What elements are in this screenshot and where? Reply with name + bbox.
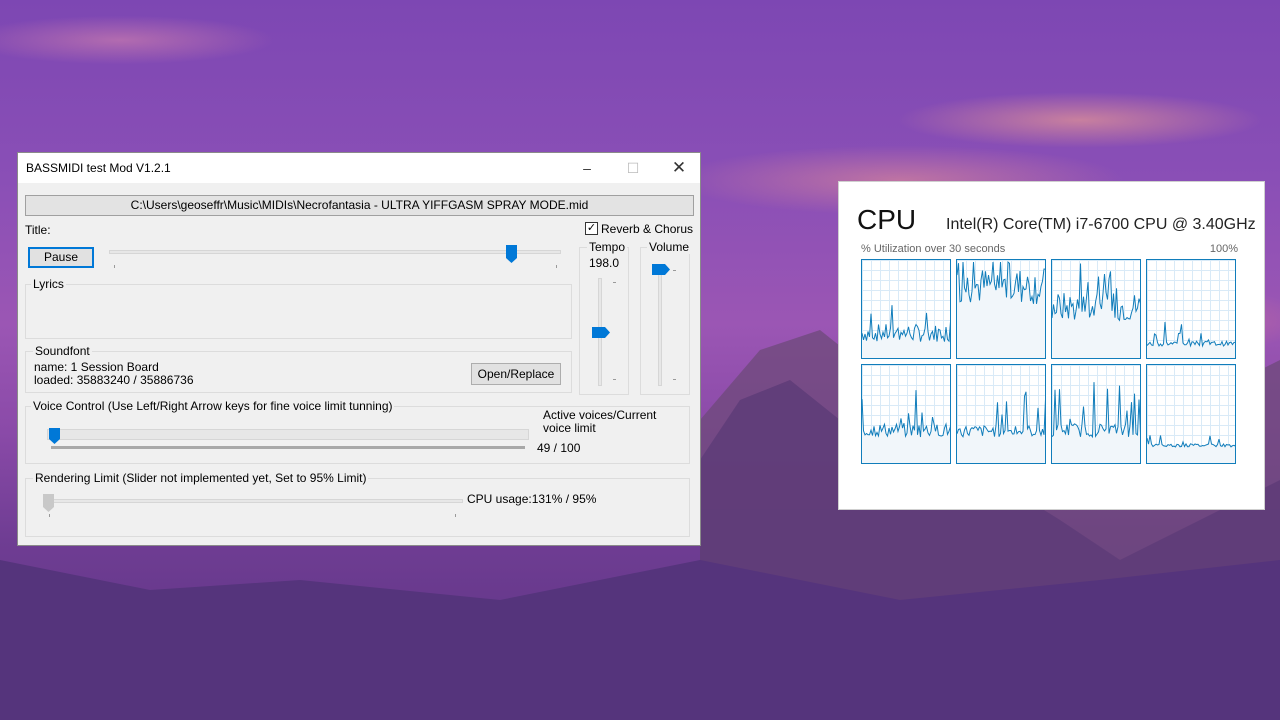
title-label: Title: (25, 223, 51, 237)
cpu-performance-panel: CPU Intel(R) Core(TM) i7-6700 CPU @ 3.40… (838, 181, 1265, 510)
cpu-usage-text: CPU usage:131% / 95% (467, 492, 597, 506)
bassmidi-window: BASSMIDI test Mod V1.2.1 – ☐ ✕ C:\Users\… (17, 152, 701, 546)
minimize-button[interactable]: – (564, 153, 610, 183)
soundfont-loaded: loaded: 35883240 / 35886736 (34, 373, 194, 387)
cpu-graph-area (1147, 435, 1235, 463)
cpu-graph-line (1052, 382, 1140, 439)
title-bar: BASSMIDI test Mod V1.2.1 – ☐ ✕ (18, 153, 700, 183)
position-slider-thumb[interactable] (505, 245, 517, 263)
cpu-graph-area (862, 305, 950, 358)
cpu-core-graph (1051, 364, 1141, 464)
cpu-graph-area (1147, 322, 1235, 358)
cpu-core-graph (1146, 259, 1236, 359)
voice-limit-slider-thumb[interactable] (49, 426, 60, 444)
cpu-core-graph (1051, 259, 1141, 359)
rendering-limit-slider-thumb (43, 494, 54, 512)
cpu-core-graph (861, 259, 951, 359)
utilization-subtitle: % Utilization over 30 seconds (861, 243, 1006, 255)
tempo-label: Tempo (587, 240, 628, 254)
voice-control-label: Voice Control (Use Left/Right Arrow keys… (31, 399, 395, 413)
file-path-display: C:\Users\geoseffr\Music\MIDIs\Necrofanta… (25, 195, 694, 216)
cpu-graph-line (862, 390, 950, 438)
active-voices-label: Active voices/Current voice limit (543, 408, 657, 435)
lyrics-group (25, 284, 572, 339)
cpu-heading: CPU (857, 204, 917, 235)
volume-label: Volume (647, 240, 692, 254)
maximize-button[interactable]: ☐ (610, 153, 656, 183)
cpu-graph-line (1147, 321, 1235, 348)
soundfont-name: name: 1 Session Board (34, 360, 159, 374)
soundfont-label: Soundfont (33, 344, 92, 358)
max-percent-label: 100% (1209, 243, 1238, 255)
cpu-model: Intel(R) Core(TM) i7-6700 CPU @ 3.40GHz (946, 216, 1256, 233)
cpu-graph-area (957, 391, 1045, 463)
voices-value: 49 / 100 (537, 441, 581, 455)
tempo-value: 198.0 (589, 256, 620, 270)
lyrics-label: Lyrics (31, 277, 66, 291)
cpu-core-graph (956, 364, 1046, 464)
cpu-core-graph (956, 259, 1046, 359)
open-replace-button[interactable]: Open/Replace (471, 363, 561, 385)
reverb-chorus-checkbox[interactable]: ✓ (585, 222, 598, 235)
volume-slider-thumb[interactable] (652, 264, 670, 275)
tempo-slider-thumb[interactable] (592, 326, 610, 338)
window-title: BASSMIDI test Mod V1.2.1 (26, 161, 171, 175)
rendering-limit-label: Rendering Limit (Slider not implemented … (33, 471, 369, 485)
reverb-chorus-label: Reverb & Chorus (601, 222, 694, 236)
cpu-core-graph (861, 364, 951, 464)
cpu-core-graph (1146, 364, 1236, 464)
close-button[interactable]: ✕ (656, 153, 702, 183)
rendering-limit-group (25, 478, 690, 537)
pause-button[interactable]: Pause (28, 247, 94, 268)
